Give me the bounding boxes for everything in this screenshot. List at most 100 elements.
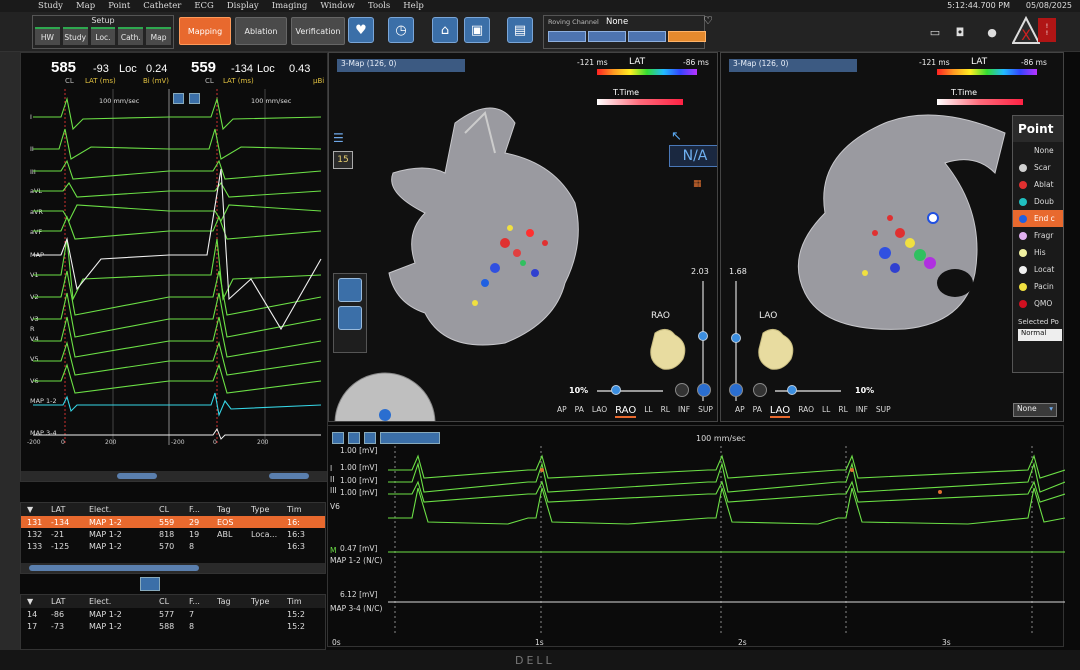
- verification-button[interactable]: Verification: [291, 17, 345, 45]
- table-row[interactable]: 14 -86 MAP 1-2 577 7 15:2: [21, 608, 325, 620]
- ecg-scrollbar[interactable]: [21, 471, 327, 481]
- navigation-dial[interactable]: [333, 365, 437, 422]
- strip-chart[interactable]: 100 mm/sec 1.00 [mV] 1.00 [mV] 1.00 [mV]…: [327, 425, 1065, 647]
- rc-chip-1[interactable]: [548, 31, 586, 42]
- map-panel-rao[interactable]: 3-Map (126, 0) -121 ms LAT -86 ms T.Time…: [328, 52, 718, 422]
- col-tag[interactable]: Tag: [217, 505, 251, 514]
- view-inf-rao[interactable]: INF: [678, 405, 690, 418]
- view-pa-rao[interactable]: PA: [575, 405, 584, 418]
- setup-tab-cath[interactable]: Cath.: [118, 27, 144, 45]
- warning-icon[interactable]: X: [1012, 16, 1040, 46]
- legend-item-double[interactable]: Doub: [1013, 193, 1063, 210]
- rc-chip-3[interactable]: [628, 31, 666, 42]
- col-elect[interactable]: Elect.: [89, 505, 159, 514]
- opacity-slider-rao[interactable]: [597, 390, 663, 392]
- view-rl-lao[interactable]: RL: [838, 405, 847, 418]
- setup-tab-loc[interactable]: Loc.: [90, 27, 116, 45]
- alert-indicator[interactable]: !!: [1038, 18, 1056, 42]
- col-f[interactable]: F...: [189, 505, 217, 514]
- table-row[interactable]: 131 -134 MAP 1-2 559 29 EOS 16:: [21, 516, 325, 528]
- timer-icon[interactable]: ◷: [388, 17, 414, 43]
- sphere-tool-icon[interactable]: [338, 278, 362, 302]
- legend-item-ablation[interactable]: Ablat: [1013, 176, 1063, 193]
- col-lat[interactable]: LAT: [51, 505, 89, 514]
- trash-icon[interactable]: [140, 577, 160, 591]
- view-lao-lao[interactable]: LAO: [769, 405, 791, 418]
- point-counter[interactable]: 15: [333, 151, 353, 169]
- menu-help[interactable]: Help: [403, 1, 424, 11]
- opacity-slider-lao[interactable]: [775, 390, 841, 392]
- display-status-icon[interactable]: ▭: [925, 26, 945, 42]
- roving-channel-value[interactable]: None: [606, 17, 628, 27]
- legend-item-location[interactable]: Locat: [1013, 261, 1063, 278]
- col-tag[interactable]: Tag: [217, 597, 251, 606]
- view-rao-lao[interactable]: RAO: [798, 405, 814, 418]
- ablation-button[interactable]: Ablation: [235, 17, 287, 45]
- zoom-knob-lao[interactable]: [731, 333, 741, 343]
- view-lao-rao[interactable]: LAO: [592, 405, 607, 418]
- ecg-scroll-thumb-right[interactable]: [269, 473, 309, 479]
- view-rao-rao[interactable]: RAO: [615, 405, 637, 418]
- view-ap-lao[interactable]: AP: [735, 405, 745, 418]
- view-ll-lao[interactable]: LL: [822, 405, 830, 418]
- setup-tab-map[interactable]: Map: [146, 27, 171, 45]
- map-title-rao[interactable]: 3-Map (126, 0): [337, 59, 465, 72]
- system-status-icon[interactable]: ◘: [950, 26, 970, 42]
- col-time[interactable]: Tim: [287, 597, 317, 606]
- setup-tab-hw[interactable]: HW: [35, 27, 60, 45]
- rc-chip-4[interactable]: [668, 31, 706, 42]
- table-row[interactable]: 133 -125 MAP 1-2 570 8 16:3: [21, 540, 325, 552]
- cardiac-map-rao[interactable]: [385, 93, 625, 363]
- camera-icon[interactable]: ▣: [464, 17, 490, 43]
- lock-icon-lao[interactable]: [753, 383, 767, 397]
- col-type[interactable]: Type: [251, 505, 287, 514]
- view-sup-lao[interactable]: SUP: [876, 405, 891, 418]
- legend-item-fragmented[interactable]: Fragr: [1013, 227, 1063, 244]
- legend-item-scar[interactable]: Scar: [1013, 159, 1063, 176]
- menu-window[interactable]: Window: [320, 1, 355, 11]
- view-rl-rao[interactable]: RL: [661, 405, 670, 418]
- col-cl[interactable]: CL: [159, 597, 189, 606]
- table-row[interactable]: 132 -21 MAP 1-2 818 19 ABL Loca... 16:3: [21, 528, 325, 540]
- rc-chip-2[interactable]: [588, 31, 626, 42]
- col-f[interactable]: F...: [189, 597, 217, 606]
- table-top-scroll-thumb[interactable]: [29, 565, 199, 571]
- table-top-scrollbar[interactable]: [21, 563, 325, 573]
- menu-display[interactable]: Display: [227, 1, 259, 11]
- sort-icon[interactable]: ▼: [21, 505, 51, 514]
- setup-tab-study[interactable]: Study: [62, 27, 88, 45]
- col-elect[interactable]: Elect.: [89, 597, 159, 606]
- view-inf-lao[interactable]: INF: [856, 405, 868, 418]
- legend-item-pacing[interactable]: Pacin: [1013, 278, 1063, 295]
- zoom-knob-rao[interactable]: [698, 331, 708, 341]
- menu-tools[interactable]: Tools: [368, 1, 390, 11]
- table-row[interactable]: 17 -73 MAP 1-2 588 8 15:2: [21, 620, 325, 632]
- monitor-icon[interactable]: ▤: [507, 17, 533, 43]
- cardiac-map-lao[interactable]: [765, 93, 1015, 373]
- legend-item-end[interactable]: End c: [1013, 210, 1063, 227]
- cursor-arrow-icon[interactable]: ↖: [671, 129, 691, 144]
- view-sup-rao[interactable]: SUP: [698, 405, 713, 418]
- view-ap-rao[interactable]: AP: [557, 405, 567, 418]
- reset-icon-lao[interactable]: [729, 383, 743, 397]
- filter-icon[interactable]: ☰: [333, 131, 363, 147]
- heart-icon[interactable]: ♥: [348, 17, 374, 43]
- view-pa-lao[interactable]: PA: [753, 405, 762, 418]
- none-dropdown[interactable]: None ▾: [1013, 403, 1057, 417]
- lock-icon-rao[interactable]: [675, 383, 689, 397]
- user-status-icon[interactable]: ●: [982, 26, 1002, 42]
- grid-icon[interactable]: ▦: [693, 179, 709, 191]
- ecg-scroll-thumb-left[interactable]: [117, 473, 157, 479]
- legend-item-qmo[interactable]: QMO: [1013, 295, 1063, 312]
- opacity-knob-rao[interactable]: [611, 385, 621, 395]
- mapping-button[interactable]: Mapping: [179, 17, 231, 45]
- menu-ecg[interactable]: ECG: [194, 1, 214, 11]
- legend-item-none[interactable]: None: [1013, 142, 1063, 159]
- map-title-lao[interactable]: 3-Map (126, 0): [729, 59, 857, 72]
- opacity-knob-lao[interactable]: [787, 385, 797, 395]
- view-ll-rao[interactable]: LL: [644, 405, 652, 418]
- menu-map[interactable]: Map: [76, 1, 95, 11]
- home-icon[interactable]: ⌂: [432, 17, 458, 43]
- selected-point-dropdown[interactable]: Normal: [1018, 329, 1062, 341]
- cut-tool-icon[interactable]: [338, 306, 362, 330]
